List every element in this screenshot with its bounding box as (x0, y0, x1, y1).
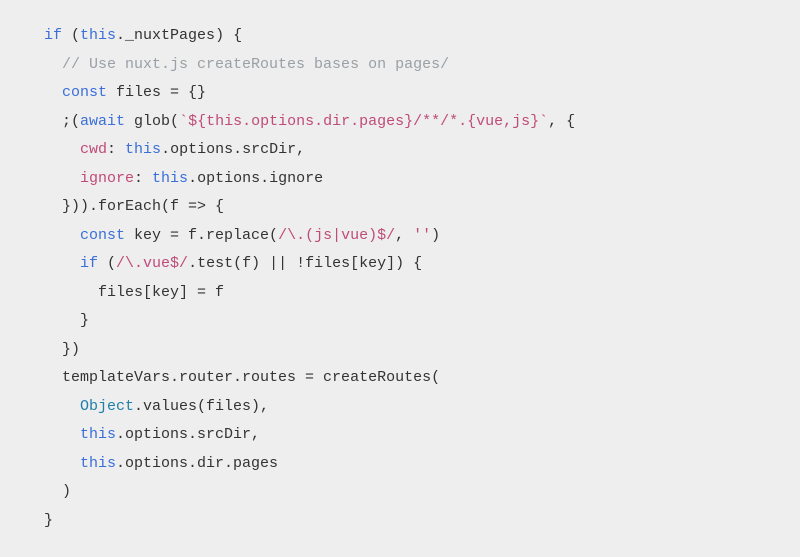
text: : (134, 170, 152, 187)
text: } (44, 512, 53, 529)
code-line-14: Object.values(files), (80, 398, 269, 415)
text: files = {} (107, 84, 206, 101)
text: files[key] = f (98, 284, 224, 301)
regex: /\.vue$/ (116, 255, 188, 272)
code-line-16: this.options.dir.pages (80, 455, 278, 472)
code-line-12: }) (62, 341, 80, 358)
code-line-7: })).forEach(f => { (62, 198, 224, 215)
text: , { (548, 113, 575, 130)
keyword-if: if (80, 255, 98, 272)
text: key = f.replace( (125, 227, 278, 244)
code-line-4: ;(await glob(`${this.options.dir.pages}/… (62, 113, 575, 130)
code-line-3: const files = {} (62, 84, 206, 101)
text: .test(f) || !files[key]) { (188, 255, 422, 272)
string: '' (413, 227, 431, 244)
text: ;( (62, 113, 80, 130)
code-line-15: this.options.srcDir, (80, 426, 260, 443)
comment: // Use nuxt.js createRoutes bases on pag… (62, 56, 449, 73)
keyword-const: const (80, 227, 125, 244)
builtin-object: Object (80, 398, 134, 415)
text: templateVars.router.routes = createRoute… (62, 369, 440, 386)
property-ignore: ignore (80, 170, 134, 187)
code-line-5: cwd: this.options.srcDir, (80, 141, 305, 158)
keyword-const: const (62, 84, 107, 101)
text: })).forEach(f => { (62, 198, 224, 215)
text: glob( (125, 113, 179, 130)
text: }) (62, 341, 80, 358)
code-snippet: if (this._nuxtPages) { // Use nuxt.js cr… (0, 0, 800, 557)
text: ( (98, 255, 116, 272)
keyword-this: this (125, 141, 161, 158)
text: ) (62, 483, 71, 500)
keyword-await: await (80, 113, 125, 130)
text: .options.srcDir, (116, 426, 260, 443)
code-line-13: templateVars.router.routes = createRoute… (62, 369, 440, 386)
text: .options.srcDir, (161, 141, 305, 158)
code-line-1: if (this._nuxtPages) { (44, 27, 242, 44)
text: ) (431, 227, 440, 244)
text: .options.ignore (188, 170, 323, 187)
text: .values(files), (134, 398, 269, 415)
keyword-this: this (80, 27, 116, 44)
text: ._nuxtPages) { (116, 27, 242, 44)
template-string: `${this.options.dir.pages}/**/*.{vue,js}… (179, 113, 548, 130)
regex: /\.(js|vue)$/ (278, 227, 395, 244)
text: , (395, 227, 413, 244)
code-line-9: if (/\.vue$/.test(f) || !files[key]) { (80, 255, 422, 272)
code-line-8: const key = f.replace(/\.(js|vue)$/, '') (80, 227, 440, 244)
text: ( (62, 27, 80, 44)
text: } (80, 312, 89, 329)
property-cwd: cwd (80, 141, 107, 158)
code-line-10: files[key] = f (98, 284, 224, 301)
code-line-2: // Use nuxt.js createRoutes bases on pag… (62, 56, 449, 73)
keyword-this: this (80, 455, 116, 472)
code-line-6: ignore: this.options.ignore (80, 170, 323, 187)
text: .options.dir.pages (116, 455, 278, 472)
keyword-this: this (80, 426, 116, 443)
text: : (107, 141, 125, 158)
keyword-this: this (152, 170, 188, 187)
code-line-11: } (80, 312, 89, 329)
keyword-if: if (44, 27, 62, 44)
code-line-17: ) (62, 483, 71, 500)
code-line-18: } (44, 512, 53, 529)
